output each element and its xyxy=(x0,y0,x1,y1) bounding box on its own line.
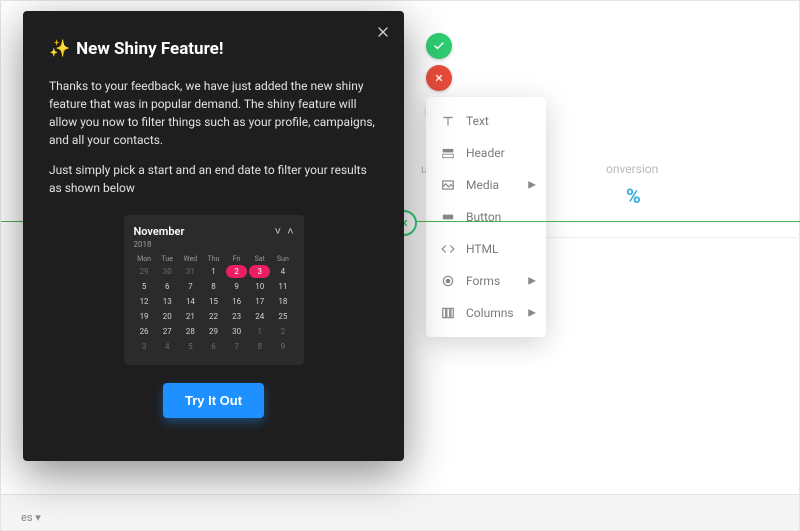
columns-icon xyxy=(440,305,456,321)
calendar-day[interactable]: 2 xyxy=(272,325,293,338)
calendar-grid: Mon Tue Wed Thu Fri Sat Sun 29 30 31 1 2… xyxy=(134,255,294,353)
calendar-day[interactable]: 1 xyxy=(249,325,270,338)
header-icon xyxy=(440,145,456,161)
dropdown-item-forms[interactable]: Forms ▶ xyxy=(426,265,546,297)
dropdown-item-button[interactable]: Button xyxy=(426,201,546,233)
calendar-day[interactable]: 17 xyxy=(249,295,270,308)
calendar-day[interactable]: 3 xyxy=(134,340,155,353)
calendar-dow: Sat xyxy=(249,255,270,263)
calendar-day[interactable]: 20 xyxy=(157,310,178,323)
calendar-day[interactable]: 25 xyxy=(272,310,293,323)
calendar-day[interactable]: 7 xyxy=(180,280,201,293)
dropdown-item-media[interactable]: Media ▶ xyxy=(426,169,546,201)
calendar-month: November xyxy=(134,225,185,238)
dropdown-item-label: Columns xyxy=(466,306,514,320)
calendar-day[interactable]: 19 xyxy=(134,310,155,323)
forms-icon xyxy=(440,273,456,289)
calendar-day[interactable]: 5 xyxy=(180,340,201,353)
calendar-day[interactable]: 29 xyxy=(203,325,224,338)
calendar-dow: Fri xyxy=(226,255,247,263)
modal-paragraph: Just simply pick a start and an end date… xyxy=(49,161,378,197)
media-icon xyxy=(440,177,456,193)
calendar-day[interactable]: 9 xyxy=(272,340,293,353)
chevron-right-icon: ▶ xyxy=(528,276,536,287)
bottom-bar-text: es ▾ xyxy=(21,511,41,524)
bottom-bar: es ▾ xyxy=(1,494,799,530)
dropdown-item-label: Text xyxy=(466,114,489,128)
calendar-day[interactable]: 8 xyxy=(203,280,224,293)
calendar-day[interactable]: 24 xyxy=(249,310,270,323)
chevron-right-icon: ▶ xyxy=(528,180,536,191)
calendar-day[interactable]: 9 xyxy=(226,280,247,293)
calendar-day[interactable]: 10 xyxy=(249,280,270,293)
dropdown-item-text[interactable]: Text xyxy=(426,105,546,137)
calendar-day[interactable]: 7 xyxy=(226,340,247,353)
calendar-prev-button[interactable]: ˅ xyxy=(275,225,281,238)
chevron-right-icon: ▶ xyxy=(528,308,536,319)
calendar-day[interactable]: 30 xyxy=(157,265,178,278)
sparkle-icon: ✨ xyxy=(49,39,70,59)
calendar-day[interactable]: 15 xyxy=(203,295,224,308)
try-it-out-button[interactable]: Try It Out xyxy=(163,383,264,418)
button-icon xyxy=(440,209,456,225)
dropdown-item-columns[interactable]: Columns ▶ xyxy=(426,297,546,329)
dropdown-item-label: Media xyxy=(466,178,499,192)
calendar-day[interactable]: 6 xyxy=(203,340,224,353)
calendar-day-selected[interactable]: 2 xyxy=(226,265,247,278)
calendar-day[interactable]: 18 xyxy=(272,295,293,308)
calendar-day[interactable]: 8 xyxy=(249,340,270,353)
calendar-day[interactable]: 21 xyxy=(180,310,201,323)
calendar-day[interactable]: 4 xyxy=(272,265,293,278)
modal-paragraph: Thanks to your feedback, we have just ad… xyxy=(49,77,378,149)
calendar-day[interactable]: 27 xyxy=(157,325,178,338)
calendar-day[interactable]: 4 xyxy=(157,340,178,353)
dropdown-item-header[interactable]: Header xyxy=(426,137,546,169)
calendar-dow: Sun xyxy=(272,255,293,263)
calendar-day[interactable]: 16 xyxy=(226,295,247,308)
modal-title: ✨New Shiny Feature! xyxy=(49,39,378,59)
bg-text-fragment: onversion xyxy=(606,162,658,176)
calendar-dow: Thu xyxy=(203,255,224,263)
calendar-dow: Mon xyxy=(134,255,155,263)
calendar-day[interactable]: 23 xyxy=(226,310,247,323)
feature-modal: ✨New Shiny Feature! Thanks to your feedb… xyxy=(23,11,404,461)
calendar-day[interactable]: 1 xyxy=(203,265,224,278)
calendar-day[interactable]: 26 xyxy=(134,325,155,338)
dropdown-item-html[interactable]: HTML xyxy=(426,233,546,265)
confirm-circle-button[interactable] xyxy=(426,33,452,59)
conversion-percent: % xyxy=(626,184,641,208)
calendar-year: 2018 xyxy=(134,240,294,249)
calendar-day[interactable]: 13 xyxy=(157,295,178,308)
cancel-circle-button[interactable] xyxy=(426,65,452,91)
calendar-day[interactable]: 11 xyxy=(272,280,293,293)
calendar-next-button[interactable]: ˄ xyxy=(287,225,293,238)
calendar-day[interactable]: 14 xyxy=(180,295,201,308)
calendar-dow: Tue xyxy=(157,255,178,263)
dropdown-item-label: HTML xyxy=(466,242,499,256)
close-button[interactable] xyxy=(372,21,394,43)
calendar-day[interactable]: 22 xyxy=(203,310,224,323)
dropdown-item-label: Button xyxy=(466,210,501,224)
elements-dropdown: Text Header Media ▶ Button HTML Forms ▶ … xyxy=(426,97,546,337)
calendar-day[interactable]: 30 xyxy=(226,325,247,338)
dropdown-item-label: Header xyxy=(466,146,505,160)
dropdown-item-label: Forms xyxy=(466,274,500,288)
calendar-preview: November ˅ ˄ 2018 Mon Tue Wed Thu Fri Sa… xyxy=(124,215,304,365)
calendar-dow: Wed xyxy=(180,255,201,263)
text-icon xyxy=(440,113,456,129)
calendar-day[interactable]: 6 xyxy=(157,280,178,293)
calendar-day[interactable]: 5 xyxy=(134,280,155,293)
calendar-day[interactable]: 12 xyxy=(134,295,155,308)
calendar-day[interactable]: 31 xyxy=(180,265,201,278)
calendar-day-selected[interactable]: 3 xyxy=(249,265,270,278)
code-icon xyxy=(440,241,456,257)
calendar-day[interactable]: 29 xyxy=(134,265,155,278)
calendar-day[interactable]: 28 xyxy=(180,325,201,338)
